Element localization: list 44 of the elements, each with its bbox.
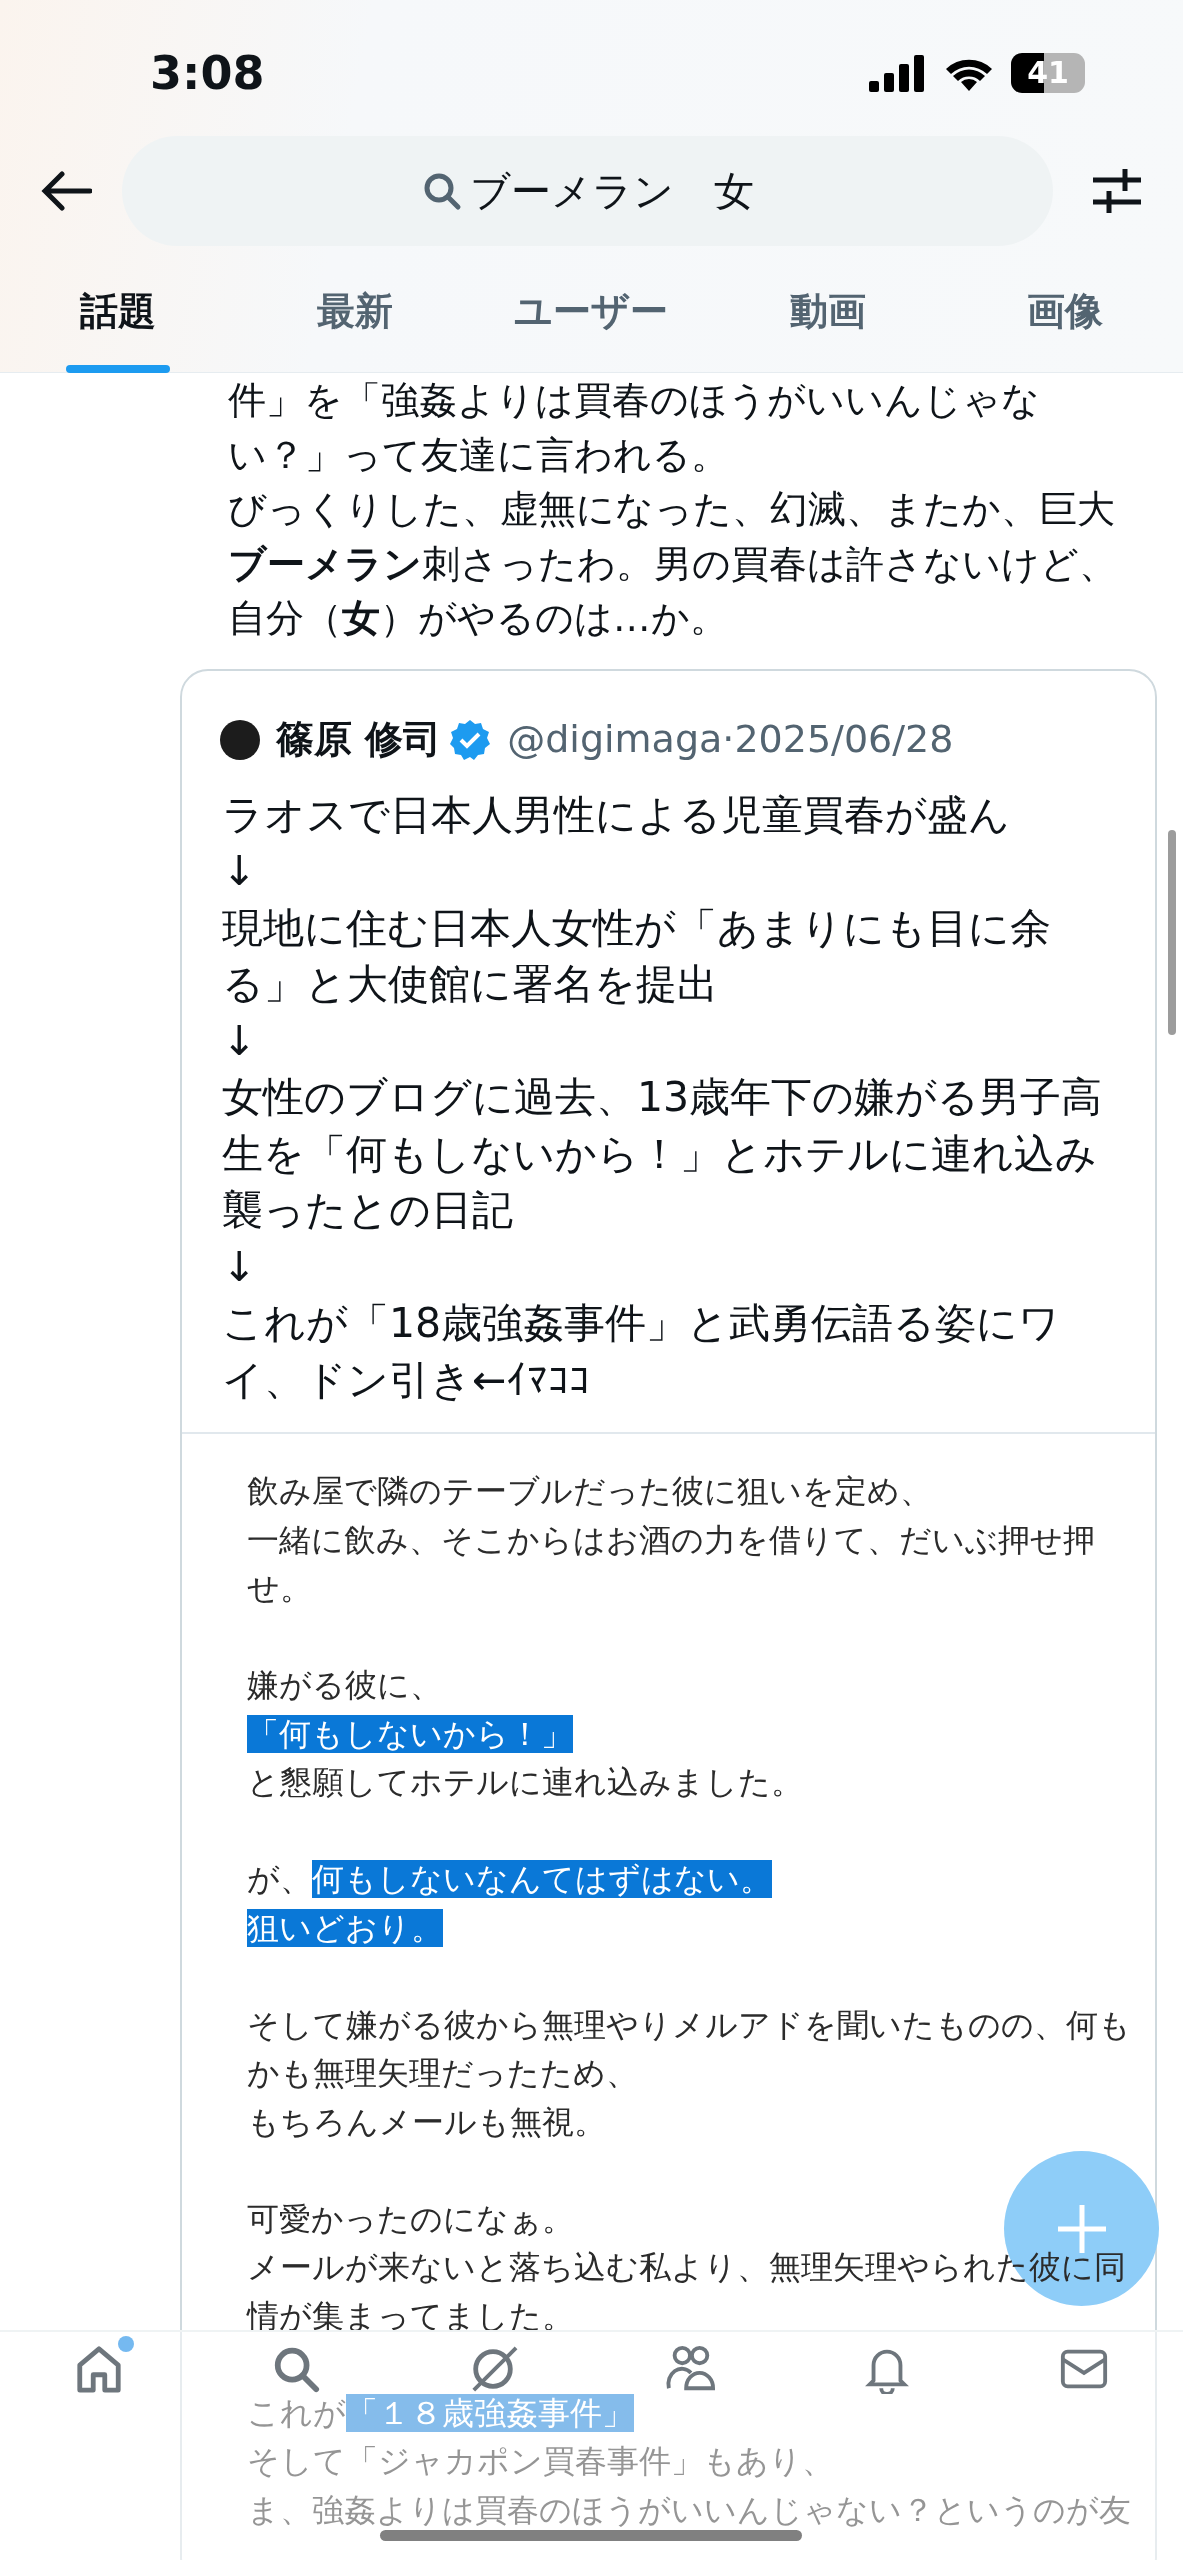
search-field[interactable]: ブーメラン 女 [122,136,1053,246]
highlighted-text: 何もしないなんてはずはない。 [312,1860,772,1898]
quote-text: 女性のブログに過去、13歳年下の嫌がる男子高生を「何もしないから！」とホテルに連れ込み襲ったとの日記 [222,1072,1104,1236]
blog-text: これが [247,2393,346,2432]
blog-text: メールが来ないと落ち込む私より、無理矢理やられた彼に同 [247,2248,1126,2286]
blog-text: かも無理矢理だったため、 [247,2054,638,2092]
tab[interactable]: ユーザー [473,246,710,373]
quote-text: ↓ [222,1241,258,1293]
quote-text: これが「18歳強姦事件」と武勇伝語る姿にワイ、ドン引き←ｲﾏｺｺ [222,1298,1062,1406]
quote-text: ↓ [222,846,258,897]
highlighted-text: 「１８歳強姦事件」 [346,2393,634,2432]
blog-text: そして嫌がる彼から無理やりメルアドを聞いたものの、何も [247,2005,1131,2044]
separator-dot: · [722,716,735,763]
avatar [220,719,260,760]
status-time: 3:08 [150,44,265,102]
tab[interactable]: 画像 [946,246,1183,373]
blog-text: 一緒に飲み、そこからはお酒の力を借りて、だいぶ押せ押 [247,1520,1095,1559]
filter-button[interactable] [1091,166,1143,216]
tab[interactable]: 最新 [236,246,474,373]
blog-text: 嫌がる彼に、 [247,1666,442,1704]
back-arrow-icon [40,169,92,213]
tab[interactable]: 話題 [0,246,237,373]
blog-text: が、 [247,1860,312,1898]
post-date: 2025/06/28 [734,716,954,763]
author-name: 篠原 修司 [276,716,442,763]
author-handle: @digimaga [507,716,723,763]
back-button[interactable] [40,169,92,213]
tab[interactable]: 動画 [709,246,947,373]
blog-text: ま、強姦よりは買春のほうがいいんじゃない？というのが友 [247,2490,1131,2529]
quote-text: 現地に住む日本人女性が「あまりにも目に余る」と大使館に署名を提出 [222,902,1052,1010]
signal-icon [867,53,927,93]
blog-text: そして「ジャカポン買春事件」もあり、 [247,2442,834,2480]
quote-text: ↓ [222,1015,258,1067]
highlighted-text: 狙いどおり。 [247,1908,443,1947]
blog-text: 飲み屋で隣のテーブルだった彼に狙いを定め、 [247,1472,932,1510]
post-text: 件」を「強姦よりは買春のほうがいいんじゃない？」って友達に言われる。 [228,377,1041,479]
blog-text: もちろんメールも無視。 [247,2102,606,2141]
blog-text: 可愛かったのになぁ。 [247,2199,574,2238]
quote-text: ラオスで日本人男性による児童買春が盛ん [222,789,1011,841]
highlighted-text: 「何もしないから！」 [247,1714,573,1753]
blog-text: せ。 [247,1569,312,1607]
blog-text: と懇願してホテルに連れ込みました。 [247,1763,803,1801]
sliders-icon [1091,166,1143,216]
post-text: びっくりした、虚無になった、幻滅、またか、巨大ブーメラン刺さったわ。男の買春は許さないけど、自分（女）がやるのは…か。 [228,486,1118,642]
